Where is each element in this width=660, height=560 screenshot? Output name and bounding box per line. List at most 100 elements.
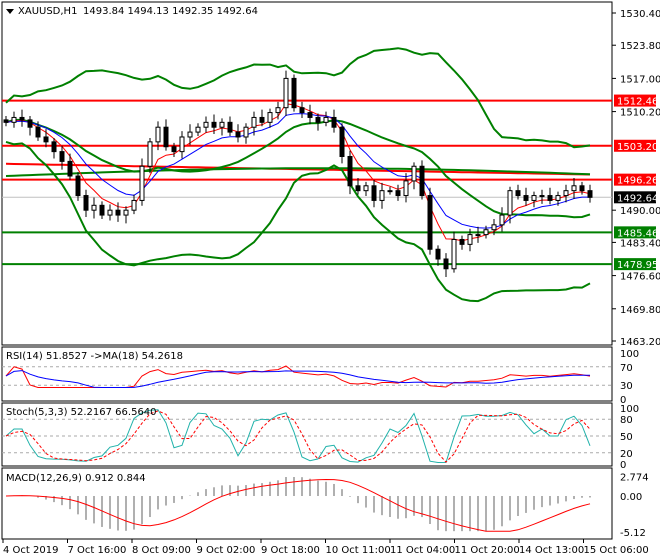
- y-tick-label: 1490.00: [620, 206, 660, 217]
- candle: [51, 141, 57, 153]
- y-tick-label: 1476.60: [620, 272, 660, 283]
- ohlc-values: 1493.84 1494.13 1492.35 1492.64: [83, 6, 258, 17]
- candle: [499, 214, 505, 226]
- macd-tick-label: -5.12: [620, 528, 646, 539]
- candle: [483, 229, 489, 236]
- x-tick-label: 8 Oct 09:00: [132, 545, 191, 556]
- x-tick-label: 14 Oct 13:00: [519, 545, 584, 556]
- x-tick-label: 9 Oct 02:00: [197, 545, 256, 556]
- y-tick-label: 1523.80: [620, 41, 660, 52]
- candle: [219, 121, 225, 128]
- candle: [267, 112, 273, 123]
- candle: [379, 190, 385, 201]
- candle: [227, 121, 233, 133]
- candle: [427, 195, 433, 250]
- candle: [475, 234, 481, 237]
- y-tick-label: 1530.40: [620, 9, 660, 20]
- candle: [155, 126, 161, 143]
- x-tick-label: 9 Oct 18:00: [261, 545, 320, 556]
- macd-title: MACD(12,26,9) 0.912 0.844: [6, 473, 146, 484]
- candle: [411, 165, 417, 182]
- candle: [299, 107, 305, 114]
- candle: [43, 136, 49, 143]
- rsi-line: [5, 365, 591, 388]
- stoch-tick-label: 80: [620, 415, 633, 426]
- candle: [531, 195, 537, 201]
- candle: [443, 258, 449, 270]
- x-tick-label: 7 Oct 16:00: [68, 545, 127, 556]
- candle: [347, 156, 353, 187]
- candle: [235, 131, 241, 138]
- candle: [563, 190, 569, 197]
- candle: [195, 126, 201, 133]
- candle: [283, 77, 289, 109]
- candle: [107, 209, 113, 216]
- rsi-tick-label: 70: [620, 363, 633, 374]
- candle: [35, 126, 41, 138]
- dropdown-arrow-icon[interactable]: [6, 9, 14, 14]
- candle: [507, 190, 513, 216]
- candle: [323, 116, 329, 123]
- candle: [179, 136, 185, 153]
- level-price-label: 1496.26: [617, 176, 658, 187]
- candle: [275, 107, 281, 114]
- y-tick-label: 1463.20: [620, 337, 660, 348]
- candle: [363, 185, 369, 192]
- candle: [387, 190, 393, 193]
- candle: [99, 204, 105, 216]
- candle: [75, 175, 81, 197]
- y-tick-label: 1517.00: [620, 74, 660, 85]
- level-price-label: 1503.20: [617, 142, 658, 153]
- candle: [523, 195, 529, 201]
- candle: [67, 160, 73, 177]
- stoch-tick-label: 0: [620, 460, 626, 471]
- stoch-tick-label: 20: [620, 449, 633, 460]
- candle: [291, 77, 297, 109]
- stoch-tick-label: 50: [620, 432, 633, 443]
- x-tick-label: 11 Oct 20:00: [455, 545, 520, 556]
- candle: [187, 131, 193, 138]
- x-tick-label: 11 Oct 04:00: [390, 545, 455, 556]
- rsi-title: RSI(14) 51.8527 ->MA(18) 54.2618: [6, 351, 183, 362]
- candle: [459, 238, 465, 245]
- candle: [139, 165, 145, 201]
- candle: [435, 248, 441, 260]
- y-tick-label: 1483.40: [620, 238, 660, 249]
- candle: [491, 224, 497, 231]
- symbol-label: XAUUSD,H1: [18, 6, 77, 17]
- rsi-tick-label: 30: [620, 381, 633, 392]
- candle: [419, 165, 425, 197]
- candle: [83, 195, 89, 211]
- chart: 1512.461503.201496.261485.461478.951492.…: [1, 1, 660, 556]
- candle: [11, 116, 17, 123]
- macd-tick-label: 0.00: [620, 492, 642, 503]
- candle: [555, 195, 561, 201]
- x-tick-label: 15 Oct 06:00: [584, 545, 649, 556]
- y-tick-label: 1510.20: [620, 108, 660, 119]
- candle: [579, 185, 585, 192]
- candle: [19, 116, 25, 121]
- candle: [467, 234, 473, 245]
- bollinger-upper-band: [5, 47, 591, 149]
- candle: [315, 116, 321, 123]
- candle: [131, 199, 137, 211]
- candle: [259, 116, 265, 123]
- candle: [395, 190, 401, 197]
- candle: [251, 116, 257, 128]
- candle: [123, 209, 129, 216]
- candle: [211, 121, 217, 128]
- candle: [451, 238, 457, 270]
- candle: [171, 146, 177, 153]
- candle: [307, 112, 313, 118]
- x-tick-label: 4 Oct 2019: [3, 545, 58, 556]
- candle: [243, 126, 249, 138]
- candle: [331, 116, 337, 128]
- candle: [355, 185, 361, 192]
- x-tick-label: 10 Oct 11:00: [326, 545, 391, 556]
- y-tick-label: 1469.80: [620, 305, 660, 316]
- level-price-label: 1512.46: [617, 97, 658, 108]
- candle: [27, 119, 33, 128]
- candle: [147, 141, 153, 167]
- stoch-title: Stoch(5,3,3) 52.2167 66.5640: [6, 407, 157, 418]
- candle: [115, 209, 121, 216]
